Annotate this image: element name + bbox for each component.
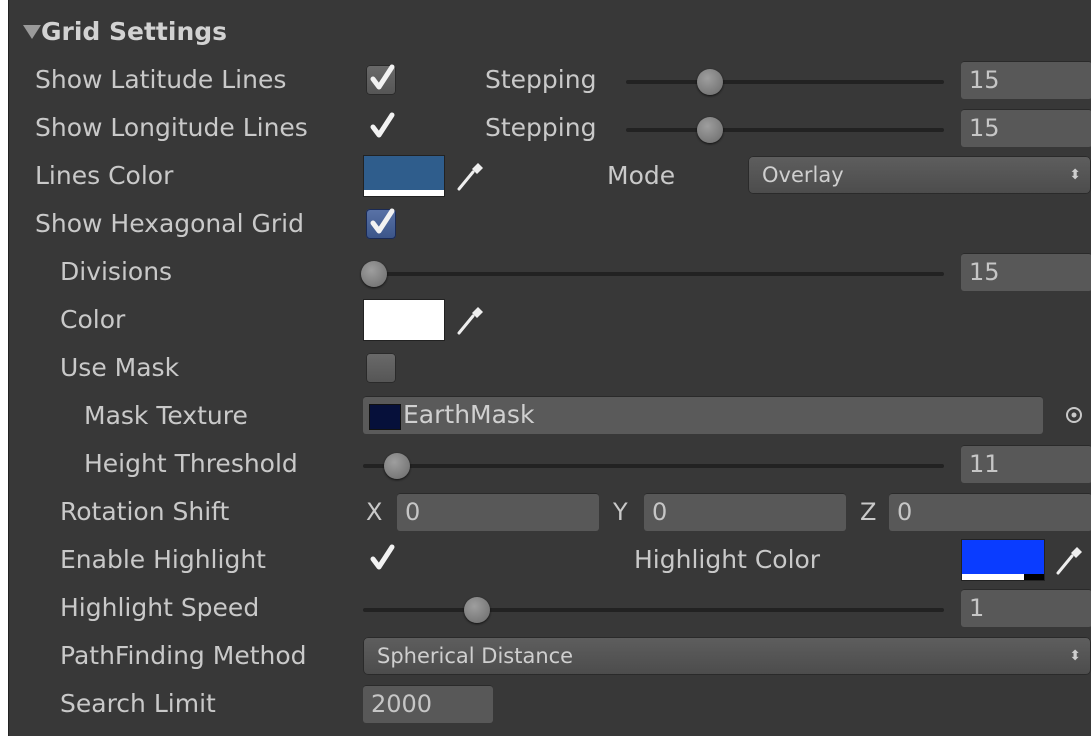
divisions-knob[interactable] <box>361 261 387 287</box>
lines-color-label: Lines Color <box>35 161 174 190</box>
height-threshold-label: Height Threshold <box>84 449 298 478</box>
rotation-x-field[interactable]: 0 <box>397 493 599 531</box>
mode-dropdown[interactable]: Overlay ⬍ <box>748 156 1091 194</box>
checkmark-icon <box>370 112 395 138</box>
show-hexagonal-checkbox[interactable] <box>366 208 396 239</box>
use-mask-label: Use Mask <box>60 353 180 382</box>
enable-highlight-checkbox[interactable] <box>366 544 396 575</box>
latitude-stepping-slider[interactable] <box>626 80 944 84</box>
lines-color-swatch[interactable] <box>363 155 445 197</box>
show-latitude-checkbox[interactable] <box>366 64 396 95</box>
rotation-y-field[interactable]: 0 <box>644 493 846 531</box>
rotation-z-field[interactable]: 0 <box>889 493 1091 531</box>
eyedropper-icon[interactable] <box>455 160 485 192</box>
latitude-stepping-knob[interactable] <box>697 69 723 95</box>
use-mask-checkbox[interactable] <box>366 353 396 383</box>
search-limit-label: Search Limit <box>60 689 216 718</box>
highlight-speed-knob[interactable] <box>464 597 490 623</box>
checkmark-icon <box>370 64 395 90</box>
pathfinding-method-label: PathFinding Method <box>60 641 307 670</box>
latitude-stepping-label: Stepping <box>485 65 597 94</box>
longitude-stepping-knob[interactable] <box>697 117 723 143</box>
show-hexagonal-label: Show Hexagonal Grid <box>35 209 304 238</box>
highlight-speed-slider[interactable] <box>363 608 944 612</box>
latitude-stepping-field[interactable]: 15 <box>961 61 1091 99</box>
eyedropper-icon[interactable] <box>455 304 485 336</box>
object-picker-icon[interactable] <box>1064 405 1084 425</box>
texture-thumbnail-icon <box>369 404 401 430</box>
longitude-stepping-slider[interactable] <box>626 128 944 132</box>
rotation-shift-label: Rotation Shift <box>60 497 230 526</box>
grid-settings-panel: Grid Settings Show Latitude Lines Steppi… <box>8 0 1091 736</box>
section-title: Grid Settings <box>41 17 228 46</box>
pathfinding-method-value: Spherical Distance <box>377 644 574 668</box>
rotation-z-label: Z <box>860 498 877 526</box>
hex-color-swatch[interactable] <box>363 299 445 341</box>
show-longitude-label: Show Longitude Lines <box>35 113 308 142</box>
foldout-triangle-icon[interactable] <box>23 25 41 39</box>
show-latitude-label: Show Latitude Lines <box>35 65 287 94</box>
dropdown-arrows-icon: ⬍ <box>1069 167 1081 183</box>
mask-texture-field[interactable]: EarthMask <box>363 396 1043 434</box>
mode-label: Mode <box>607 161 676 190</box>
checkmark-icon <box>370 544 395 570</box>
highlight-color-label: Highlight Color <box>634 545 821 574</box>
divisions-label: Divisions <box>60 257 173 286</box>
mask-texture-value: EarthMask <box>403 400 535 429</box>
highlight-speed-label: Highlight Speed <box>60 593 260 622</box>
enable-highlight-label: Enable Highlight <box>60 545 266 574</box>
divisions-field[interactable]: 15 <box>961 253 1091 291</box>
section-header[interactable]: Grid Settings <box>23 0 323 50</box>
mask-texture-label: Mask Texture <box>84 401 248 430</box>
divisions-slider[interactable] <box>363 272 944 276</box>
hex-color-label: Color <box>60 305 126 334</box>
highlight-speed-field[interactable]: 1 <box>961 589 1091 627</box>
mode-dropdown-value: Overlay <box>762 163 844 187</box>
eyedropper-icon[interactable] <box>1054 544 1084 576</box>
longitude-stepping-field[interactable]: 15 <box>961 109 1091 147</box>
rotation-x-label: X <box>366 498 383 526</box>
rotation-y-label: Y <box>613 498 628 526</box>
height-threshold-field[interactable]: 11 <box>961 445 1091 483</box>
longitude-stepping-label: Stepping <box>485 113 597 142</box>
checkmark-icon <box>370 208 395 234</box>
show-longitude-checkbox[interactable] <box>366 112 396 143</box>
search-limit-field[interactable]: 2000 <box>363 685 493 723</box>
height-threshold-knob[interactable] <box>384 453 410 479</box>
pathfinding-method-dropdown[interactable]: Spherical Distance ⬍ <box>363 637 1091 675</box>
highlight-color-swatch[interactable] <box>961 539 1045 581</box>
height-threshold-slider[interactable] <box>363 464 944 468</box>
dropdown-arrows-icon: ⬍ <box>1069 648 1081 664</box>
